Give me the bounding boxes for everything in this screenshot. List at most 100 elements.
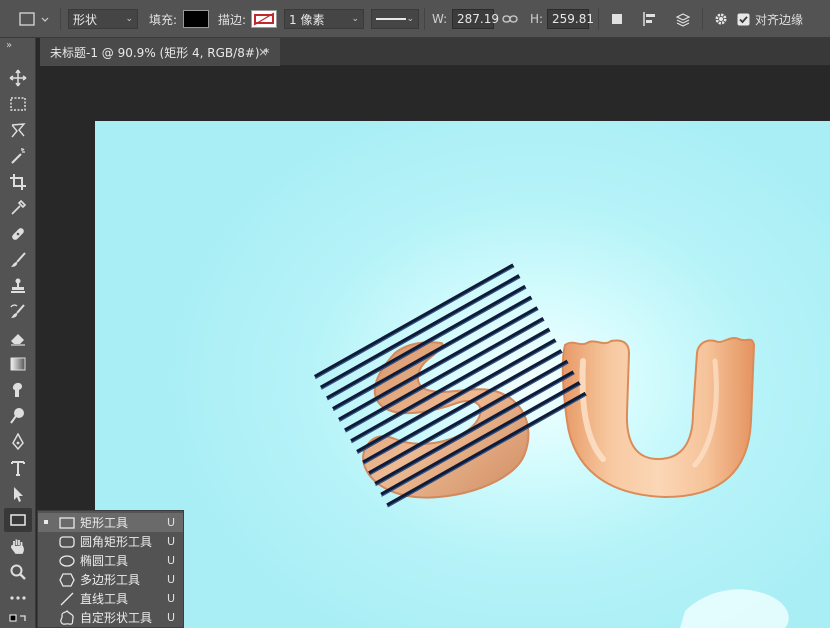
fill-swatch[interactable] — [183, 10, 209, 28]
swap-colors-icon — [9, 614, 26, 622]
dodge-tool[interactable] — [4, 404, 32, 428]
line-icon — [58, 591, 76, 607]
artwork — [313, 263, 789, 628]
magic-wand-tool[interactable] — [4, 144, 32, 168]
width-input[interactable]: 287.19 — [452, 9, 499, 29]
history-brush-icon — [10, 304, 25, 318]
flyout-item-label: 直线工具 — [80, 592, 129, 606]
move-tool[interactable] — [4, 66, 32, 90]
align-left-icon — [643, 12, 655, 26]
flyout-item-custom-shape-tool[interactable]: 自定形状工具 U — [38, 608, 183, 627]
document-tab-title: 未标题-1 @ 90.9% (矩形 4, RGB/8#) * — [50, 45, 270, 60]
separator — [60, 8, 61, 30]
move-icon — [9, 69, 27, 87]
flyout-item-shortcut: U — [166, 611, 175, 624]
chevron-down-icon: ⌄ — [351, 14, 359, 24]
selected-bullet-icon — [44, 520, 48, 524]
gear-icon — [715, 13, 727, 25]
eyedropper-tool[interactable] — [4, 196, 32, 220]
lasso-tool[interactable] — [4, 118, 32, 142]
fill-label: 填充: — [149, 12, 178, 27]
separator — [424, 8, 425, 30]
eraser-icon — [11, 334, 25, 346]
type-tool[interactable] — [4, 456, 32, 480]
letter-u-shape — [561, 337, 756, 499]
tool-mode-value: 形状 — [73, 12, 98, 27]
hand-icon — [11, 539, 24, 554]
path-operations-button[interactable] — [610, 0, 624, 38]
path-operations-icon — [612, 14, 622, 24]
flyout-item-label: 椭圆工具 — [80, 554, 129, 568]
flyout-item-label: 圆角矩形工具 — [80, 535, 153, 549]
height-label: H: — [530, 12, 544, 26]
rectangle-preset-icon — [19, 12, 49, 26]
bandage-icon — [12, 228, 24, 240]
document-canvas[interactable] — [95, 121, 830, 628]
link-dimensions-button[interactable] — [502, 0, 518, 38]
height-input[interactable]: 259.81 — [547, 9, 594, 29]
marquee-tool[interactable] — [4, 92, 32, 116]
crop-tool[interactable] — [4, 170, 32, 194]
striped-rectangle-layer — [313, 263, 587, 508]
stroke-swatch[interactable] — [251, 10, 277, 28]
arrange-stack-icon — [675, 13, 691, 27]
flyout-item-rounded-rectangle-tool[interactable]: 圆角矩形工具 U — [38, 532, 183, 551]
document-tab[interactable]: 未标题-1 @ 90.9% (矩形 4, RGB/8#) * × — [40, 38, 280, 66]
chevron-down-icon: ⌄ — [406, 14, 414, 24]
zoom-icon — [10, 564, 26, 580]
zoom-tool[interactable] — [4, 560, 32, 584]
eyedropper-icon — [11, 199, 27, 215]
arrow-cursor-icon — [14, 487, 23, 502]
separator — [598, 8, 599, 30]
pen-icon — [12, 433, 24, 451]
stamp-icon — [11, 278, 25, 293]
crop-icon — [10, 174, 26, 190]
pen-tool[interactable] — [4, 430, 32, 454]
flyout-item-shortcut: U — [166, 535, 175, 548]
brush-tool[interactable] — [4, 248, 32, 272]
gradient-tool[interactable] — [4, 352, 32, 376]
path-alignment-button[interactable] — [642, 0, 658, 38]
close-icon[interactable]: × — [258, 45, 268, 59]
stroke-type-dropdown[interactable]: ⌄ — [371, 9, 419, 29]
settings-button[interactable] — [713, 0, 729, 38]
align-edges-toggle[interactable]: 对齐边缘 — [737, 0, 803, 38]
flyout-item-polygon-tool[interactable]: 多边形工具 U — [38, 570, 183, 589]
collapse-panel-icon[interactable]: » — [6, 40, 12, 51]
rectangle-icon — [10, 514, 26, 526]
stroke-width-value: 1 像素 — [289, 12, 325, 27]
flyout-item-line-tool[interactable]: 直线工具 U — [38, 589, 183, 608]
flyout-item-rectangle-tool[interactable]: 矩形工具 U — [38, 513, 183, 532]
hand-tool[interactable] — [4, 534, 32, 558]
tool-mode-dropdown[interactable]: 形状 ⌄ — [68, 9, 138, 29]
tools-panel: » — [0, 38, 36, 628]
smudge-tool[interactable] — [4, 378, 32, 402]
eraser-tool[interactable] — [4, 326, 32, 350]
chevron-down-icon: ⌄ — [125, 14, 133, 24]
rounded-rectangle-icon — [58, 534, 76, 550]
ellipse-icon — [58, 553, 76, 569]
healing-brush-tool[interactable] — [4, 222, 32, 246]
color-swatches[interactable] — [4, 612, 32, 628]
stripe-line — [326, 284, 527, 401]
custom-shape-icon — [58, 609, 76, 626]
flyout-item-shortcut: U — [166, 592, 175, 605]
flyout-item-ellipse-tool[interactable]: 椭圆工具 U — [38, 551, 183, 570]
shape-tools-flyout: 矩形工具 U 圆角矩形工具 U 椭圆工具 U 多边形工具 U 直线工具 U 自定… — [37, 510, 184, 628]
history-brush-tool[interactable] — [4, 300, 32, 324]
flyout-item-shortcut: U — [166, 554, 175, 567]
type-icon — [11, 461, 25, 476]
flyout-item-label: 自定形状工具 — [80, 611, 153, 625]
tool-preset-picker[interactable] — [18, 0, 50, 38]
solid-line-icon — [376, 18, 406, 20]
flyout-item-shortcut: U — [166, 573, 175, 586]
stroke-width-field[interactable]: 1 像素 ⌄ — [284, 9, 364, 29]
polygon-icon — [58, 572, 76, 588]
rectangle-tool[interactable] — [4, 508, 32, 532]
more-tools-button[interactable] — [4, 586, 32, 610]
clone-stamp-tool[interactable] — [4, 274, 32, 298]
path-selection-tool[interactable] — [4, 482, 32, 506]
brush-icon — [11, 252, 26, 267]
dodge-icon — [10, 408, 24, 424]
path-arrangement-button[interactable] — [674, 0, 692, 38]
